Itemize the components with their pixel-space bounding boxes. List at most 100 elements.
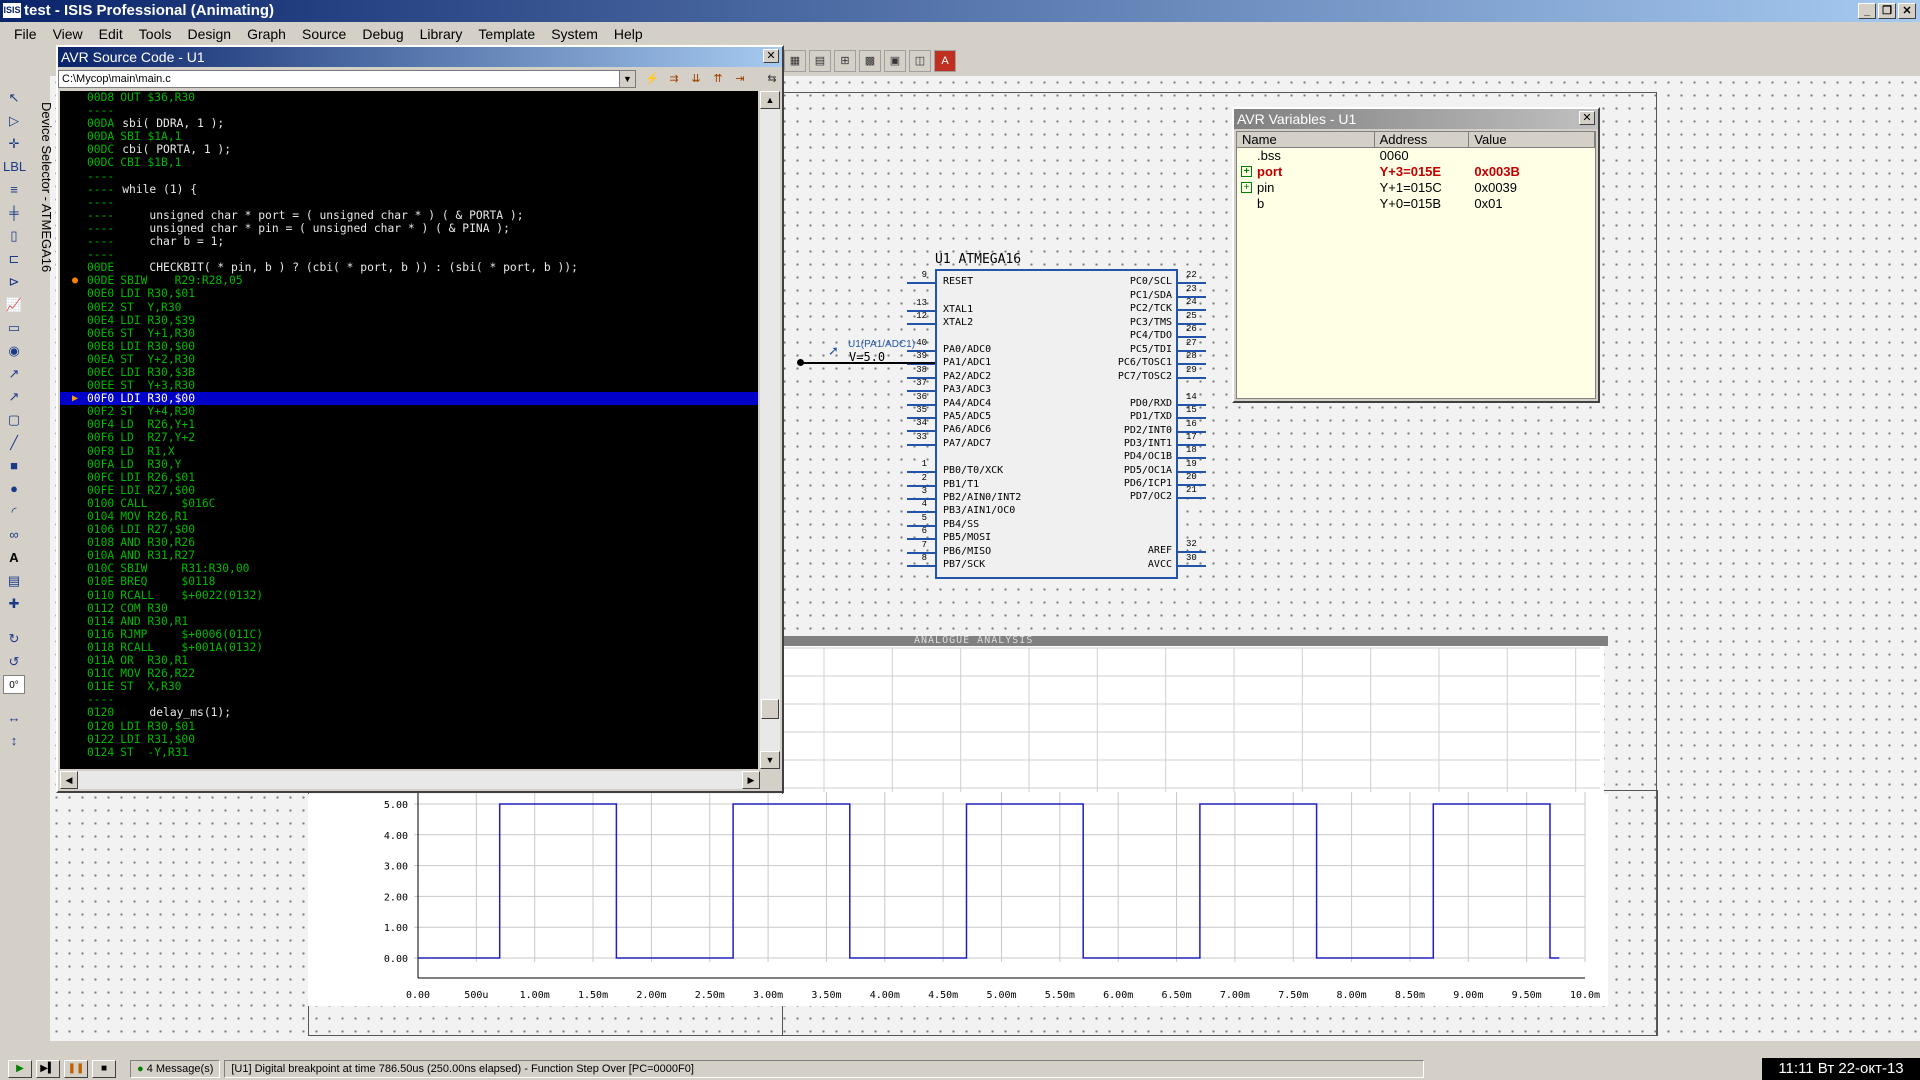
current-pc-arrow-icon: ▶ <box>72 393 79 405</box>
source-line[interactable]: ---- <box>60 104 758 117</box>
y-tick-label: 4.00 <box>384 831 408 842</box>
line-address: 011A <box>87 654 115 668</box>
header-value[interactable]: Value <box>1469 132 1595 147</box>
graph-title-bar[interactable]: ANALOGUE ANALYSIS <box>784 636 1608 646</box>
source-line[interactable]: 00E6 ST Y+1,R30 <box>60 327 758 340</box>
chevron-down-icon[interactable]: ▼ <box>619 71 635 87</box>
variable-row[interactable]: + port Y+3=015E 0x003B <box>1237 164 1595 180</box>
y-tick-label: 1.00 <box>384 923 408 934</box>
source-line[interactable]: 00DA SBI $1A,1 <box>60 130 758 143</box>
source-line[interactable]: 0100 CALL $016C <box>60 497 758 510</box>
header-name[interactable]: Name <box>1237 132 1375 147</box>
pause-button[interactable]: ❚❚ <box>64 1060 88 1078</box>
info-icon: ● <box>137 1063 144 1075</box>
line-address: 00E2 <box>87 300 115 314</box>
source-line[interactable]: 00F2 ST Y+4,R30 <box>60 405 758 418</box>
source-line[interactable]: 011A OR R30,R1 <box>60 654 758 667</box>
source-line[interactable]: 00DC cbi( PORTA, 1 ); <box>60 143 758 156</box>
source-line[interactable]: 00EC LDI R30,$3B <box>60 366 758 379</box>
variables-close-button[interactable]: ✕ <box>1579 111 1595 125</box>
source-line[interactable]: 0114 AND R30,R1 <box>60 615 758 628</box>
messages-field[interactable]: ● 4 Message(s) <box>130 1060 221 1078</box>
source-line[interactable]: 0118 RCALL $+001A(0132) <box>60 641 758 654</box>
swap-view-icon[interactable]: ⇆ <box>763 70 781 88</box>
source-line[interactable]: 00FC LDI R26,$01 <box>60 471 758 484</box>
x-tick-label: 5.00m <box>986 990 1016 1001</box>
source-horizontal-scrollbar[interactable]: ◀ ▶ <box>60 771 760 789</box>
source-line[interactable]: 00F8 LD R1,X <box>60 445 758 458</box>
line-code: COM R30 <box>120 601 168 615</box>
scroll-down-button[interactable]: ▼ <box>760 751 780 769</box>
source-line[interactable]: ---- unsigned char * port = ( unsigned c… <box>60 209 758 222</box>
variable-row[interactable]: + pin Y+1=015C 0x0039 <box>1237 180 1595 196</box>
variable-row[interactable]: .bss 0060 <box>1237 148 1595 164</box>
expand-icon[interactable]: + <box>1241 182 1252 193</box>
variables-window-caption[interactable]: AVR Variables - U1 ✕ <box>1234 109 1598 129</box>
scroll-right-button[interactable]: ▶ <box>742 771 760 789</box>
run-to-icon[interactable]: ⇥ <box>731 70 749 88</box>
source-line[interactable]: ● 00DE SBIW R29:R28,05 <box>60 274 758 287</box>
source-line[interactable]: 0112 COM R30 <box>60 602 758 615</box>
source-line[interactable]: ---- <box>60 248 758 261</box>
source-line[interactable]: 0106 LDI R27,$00 <box>60 523 758 536</box>
source-code-listing[interactable]: 00D8 OUT $36,R30 ---- 00DA sbi( DDRA, 1 ); 00… <box>60 91 758 769</box>
source-line[interactable]: 00D8 OUT $36,R30 <box>60 91 758 104</box>
expand-icon[interactable]: + <box>1241 166 1252 177</box>
line-code: LDI R27,$00 <box>120 483 196 497</box>
source-line[interactable]: 00EA ST Y+2,R30 <box>60 353 758 366</box>
source-line[interactable]: 0122 LDI R31,$00 <box>60 733 758 746</box>
source-line[interactable]: 011E ST X,R30 <box>60 680 758 693</box>
source-line[interactable]: 010A AND R31,R27 <box>60 549 758 562</box>
source-line[interactable]: 010E BREQ $0118 <box>60 575 758 588</box>
source-line[interactable]: 00E0 LDI R30,$01 <box>60 287 758 300</box>
stop-button[interactable]: ■ <box>92 1060 116 1078</box>
play-button[interactable]: ▶ <box>8 1060 32 1078</box>
source-vertical-scrollbar[interactable]: ▲ ▼ <box>760 91 780 769</box>
source-line[interactable]: ---- while (1) { <box>60 183 758 196</box>
source-close-button[interactable]: ✕ <box>763 49 779 63</box>
toggle-breakpoint-icon[interactable]: ⚡ <box>643 70 661 88</box>
source-line[interactable]: 011C MOV R26,R22 <box>60 667 758 680</box>
step-over-icon[interactable]: ⇉ <box>665 70 683 88</box>
source-line[interactable]: ---- <box>60 170 758 183</box>
source-line[interactable]: 00E8 LDI R30,$00 <box>60 340 758 353</box>
source-line[interactable]: 00F6 LD R27,Y+2 <box>60 431 758 444</box>
source-line[interactable]: 00E4 LDI R30,$39 <box>60 314 758 327</box>
source-line[interactable]: 00E2 ST Y,R30 <box>60 301 758 314</box>
source-line[interactable]: ---- <box>60 196 758 209</box>
source-line[interactable]: ---- <box>60 693 758 706</box>
x-tick-label: 9.00m <box>1453 990 1483 1001</box>
variable-row[interactable]: b Y+0=015B 0x01 <box>1237 196 1595 212</box>
line-address: 00DC <box>87 156 115 170</box>
source-line[interactable]: 00FE LDI R27,$00 <box>60 484 758 497</box>
scroll-up-button[interactable]: ▲ <box>760 91 780 109</box>
source-line[interactable]: 00DC CBI $1B,1 <box>60 156 758 169</box>
y-tick-label: 5.00 <box>384 800 408 811</box>
source-line[interactable]: 0104 MOV R26,R1 <box>60 510 758 523</box>
source-line[interactable]: ▶ 00F0 LDI R30,$00 <box>60 392 758 406</box>
source-line[interactable]: 0116 RJMP $+0006(011C) <box>60 628 758 641</box>
source-line[interactable]: 00FA LD R30,Y <box>60 458 758 471</box>
step-button[interactable]: ▶▍ <box>36 1060 60 1078</box>
source-line[interactable]: 0108 AND R30,R26 <box>60 536 758 549</box>
line-address: 00EC <box>87 365 115 379</box>
source-line[interactable]: ---- char b = 1; <box>60 235 758 248</box>
source-line[interactable]: 010C SBIW R31:R30,00 <box>60 562 758 575</box>
step-into-icon[interactable]: ⇊ <box>687 70 705 88</box>
source-toolbar: ⚡ ⇉ ⇊ ⇈ ⇥ ⇆ <box>643 70 781 88</box>
source-line[interactable]: ---- unsigned char * pin = ( unsigned ch… <box>60 222 758 235</box>
source-line[interactable]: 00DA sbi( DDRA, 1 ); <box>60 117 758 130</box>
header-address[interactable]: Address <box>1375 132 1470 147</box>
source-line[interactable]: 0124 ST -Y,R31 <box>60 746 758 759</box>
scroll-left-button[interactable]: ◀ <box>60 771 78 789</box>
step-out-icon[interactable]: ⇈ <box>709 70 727 88</box>
source-line[interactable]: 00F4 LD R26,Y+1 <box>60 418 758 431</box>
source-line[interactable]: 0110 RCALL $+0022(0132) <box>60 589 758 602</box>
source-file-select[interactable]: C:\Mycop\main\main.c ▼ <box>58 70 636 88</box>
source-line[interactable]: 0120 delay_ms(1); <box>60 706 758 719</box>
scroll-thumb[interactable] <box>761 699 779 719</box>
source-line[interactable]: 00DE CHECKBIT( * pin, b ) ? (cbi( * port… <box>60 261 758 274</box>
source-window-caption[interactable]: AVR Source Code - U1 ✕ <box>58 47 782 67</box>
source-line[interactable]: 00EE ST Y+3,R30 <box>60 379 758 392</box>
source-line[interactable]: 0120 LDI R30,$01 <box>60 720 758 733</box>
